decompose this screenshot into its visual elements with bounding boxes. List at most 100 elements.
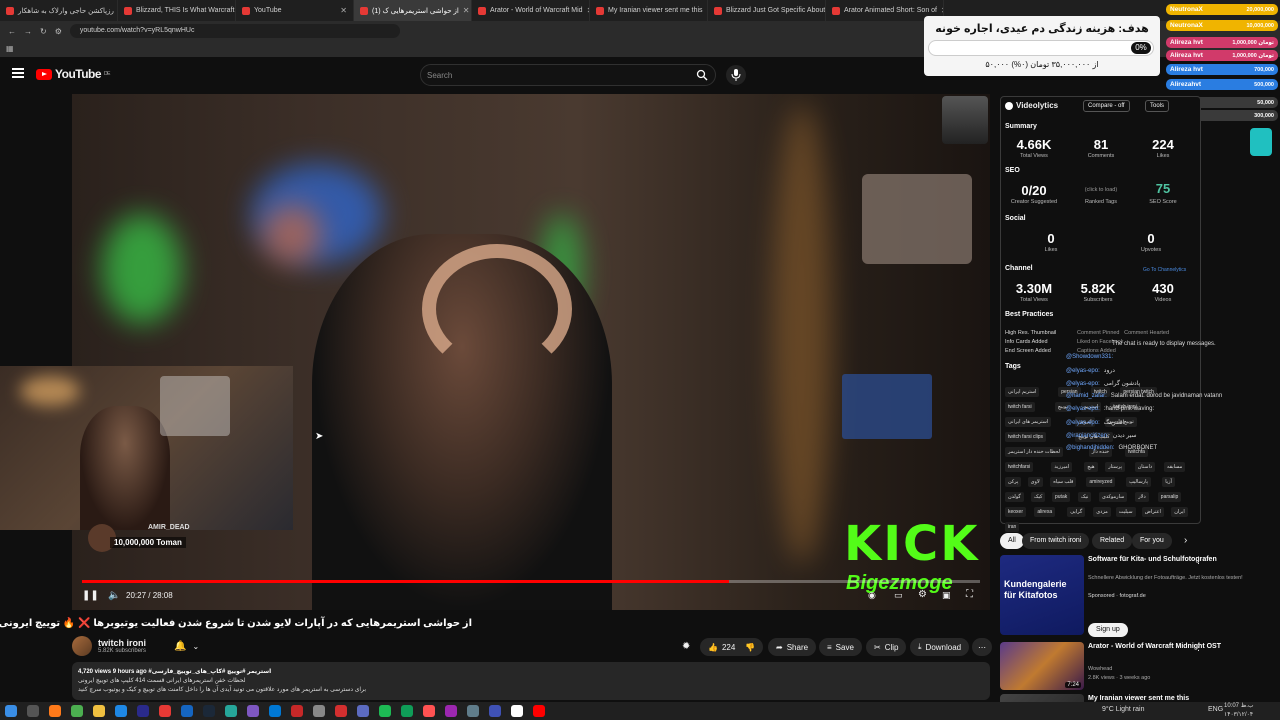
premiere-icon[interactable] — [137, 705, 149, 717]
app-icon[interactable] — [467, 705, 479, 717]
voice-search-button[interactable] — [726, 65, 746, 85]
close-icon[interactable]: ✕ — [340, 6, 347, 15]
tag-chip[interactable]: iran — [1005, 522, 1020, 532]
more-button[interactable]: ⋯ — [972, 638, 992, 656]
chevron-right-icon[interactable]: › — [1184, 535, 1187, 546]
download-button[interactable]: ⤓ Download — [910, 638, 970, 656]
tag-chip[interactable]: لاوی — [1027, 477, 1043, 487]
search-taskbar-icon[interactable] — [27, 705, 39, 717]
recommendation-ad[interactable]: Kundengalerie für Kitafotos Software für… — [1000, 555, 1270, 637]
sign-up-button[interactable]: Sign up — [1088, 623, 1128, 637]
chevron-down-icon[interactable]: ⌄ — [192, 642, 199, 651]
tag-chip[interactable]: مزدی — [1093, 507, 1111, 517]
reload-icon[interactable]: ↻ — [40, 27, 47, 36]
search-input[interactable]: Search — [420, 64, 716, 86]
tag-chip[interactable]: امیرزید — [1051, 462, 1073, 472]
app-icon[interactable] — [313, 705, 325, 717]
tools-button[interactable]: Tools — [1145, 100, 1170, 112]
tag-chip[interactable]: گولدن — [1005, 492, 1024, 502]
app-icon[interactable] — [269, 705, 281, 717]
app-icon[interactable] — [401, 705, 413, 717]
tag-chip[interactable]: داستان — [1134, 462, 1156, 472]
app-icon[interactable] — [159, 705, 171, 717]
tag-chip[interactable]: putak — [1052, 492, 1071, 502]
tag-chip[interactable]: سارموکدی — [1099, 492, 1128, 502]
menu-icon[interactable] — [12, 68, 24, 78]
tag-chip[interactable]: keoxer — [1005, 507, 1027, 517]
filter-chip-all[interactable]: All — [1000, 533, 1024, 549]
close-icon[interactable]: ✕ — [941, 6, 943, 15]
tag-chip[interactable]: قلب سیاه — [1050, 477, 1077, 487]
tag-chip[interactable]: کیک — [1031, 492, 1046, 502]
browser-tab[interactable]: رزپاکشن حاجی وارلاک به شاهکار✕ — [0, 0, 118, 21]
browser-tab-active[interactable]: از حواشی استریمرهایی ک (1) ✕ — [354, 0, 472, 21]
channel-name[interactable]: twitch ironi — [98, 638, 146, 648]
autoplay-icon[interactable]: ◉ — [868, 590, 876, 601]
tag-chip[interactable]: اعتراض — [1141, 507, 1164, 517]
steam-icon[interactable] — [203, 705, 215, 717]
clock-time[interactable]: 10:07 ب.ظ — [1224, 702, 1254, 709]
forward-icon[interactable]: → — [24, 27, 32, 36]
thumbs-down-icon[interactable]: 👎 — [745, 643, 755, 652]
tag-chip[interactable]: لحظات خنده دار استریمر — [1005, 447, 1064, 457]
bell-icon[interactable]: 🔔 — [174, 641, 186, 652]
description-box[interactable]: 4,720 views 9 hours ago #استریمر #توییچ … — [72, 662, 990, 700]
app-icon[interactable] — [423, 705, 435, 717]
app-icon[interactable] — [445, 705, 457, 717]
browser-tab[interactable]: Blizzard, THIS Is What Warcraft✕ — [118, 0, 236, 21]
app-icon[interactable] — [291, 705, 303, 717]
tag-chip[interactable]: استریمر های ایرانی — [1005, 417, 1052, 427]
ext-icon[interactable]: ✹ — [682, 641, 690, 652]
back-icon[interactable]: ← — [8, 27, 16, 36]
language-indicator[interactable]: ENG — [1208, 706, 1223, 713]
app-icon[interactable] — [335, 705, 347, 717]
tag-chip[interactable]: پارسالیپ — [1126, 477, 1151, 487]
app-icon[interactable] — [247, 705, 259, 717]
tag-chip[interactable]: parsalip — [1157, 492, 1182, 502]
save-button[interactable]: ≡ Save — [819, 638, 862, 656]
channel-avatar[interactable] — [72, 636, 92, 656]
tag-chip[interactable]: amireyzed — [1086, 477, 1116, 487]
store-icon[interactable] — [115, 705, 127, 717]
spotify-icon[interactable] — [379, 705, 391, 717]
youtube-logo[interactable]: YouTube DE — [36, 67, 110, 81]
tag-chip[interactable]: سیلیت — [1115, 507, 1136, 517]
app-icon[interactable] — [357, 705, 369, 717]
pause-icon[interactable]: ❚❚ — [82, 590, 99, 601]
captions-icon[interactable]: ▭ — [894, 590, 903, 601]
filter-chip-for-you[interactable]: For you — [1132, 533, 1172, 549]
miniplayer-icon[interactable]: ▣ — [942, 590, 951, 601]
like-button[interactable]: 👍 224 👎 — [700, 638, 764, 656]
tag-chip[interactable]: نیک — [1078, 492, 1092, 502]
browser-tab[interactable]: Arator - World of Warcraft Mid✕ — [472, 0, 590, 21]
ranked-tags-load[interactable]: (click to load) — [1071, 187, 1131, 193]
channelytics-link[interactable]: Go To Channelytics — [1143, 267, 1186, 273]
tag-chip[interactable]: استریم ایرانی — [1005, 387, 1040, 397]
close-icon[interactable]: ✕ — [463, 6, 470, 15]
site-info-icon[interactable]: ⚙ — [55, 27, 62, 36]
browser-tab[interactable]: YouTube ✕ — [236, 0, 354, 21]
folder-icon[interactable] — [93, 705, 105, 717]
tag-chip[interactable]: twitch farsi clips — [1005, 432, 1047, 442]
filter-chip-channel[interactable]: From twitch ironi — [1022, 533, 1090, 549]
tag-chip[interactable]: ایران — [1171, 507, 1188, 517]
tag-chip[interactable]: alirexa — [1034, 507, 1056, 517]
app-icon[interactable] — [511, 705, 523, 717]
weather-widget[interactable]: 9°C Light rain — [1102, 706, 1145, 713]
more-vert-icon[interactable]: ⋮ — [1194, 642, 1203, 653]
extension-side-button[interactable] — [1250, 128, 1272, 156]
youtube-taskbar-icon[interactable] — [533, 705, 545, 717]
app-icon[interactable] — [489, 705, 501, 717]
tag-chip[interactable]: گرایی — [1067, 507, 1086, 517]
app-icon[interactable] — [225, 705, 237, 717]
filter-chip-related[interactable]: Related — [1092, 533, 1133, 549]
share-button[interactable]: ➦ Share — [768, 638, 817, 656]
tag-chip[interactable]: دلار — [1135, 492, 1149, 502]
tag-chip[interactable]: twitchfarsi — [1005, 462, 1034, 472]
browser-tab[interactable]: My Iranian viewer sent me this✕ — [590, 0, 708, 21]
search-button[interactable] — [688, 64, 716, 86]
firefox-icon[interactable] — [49, 705, 61, 717]
tag-chip[interactable]: پرستار — [1105, 462, 1125, 472]
url-field[interactable]: youtube.com/watch?v=yRL5qnwHUc — [69, 24, 400, 38]
apps-icon[interactable]: ▦ — [6, 44, 14, 53]
